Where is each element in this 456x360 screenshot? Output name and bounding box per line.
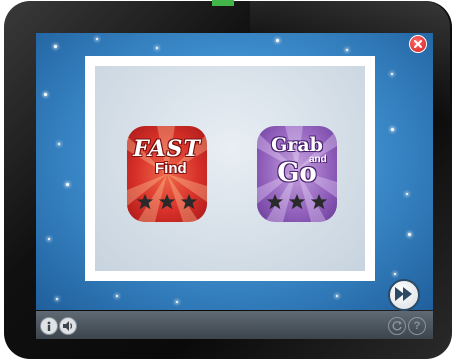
sky-star — [66, 183, 69, 186]
rating-star-icon — [158, 194, 176, 210]
sky-star — [56, 298, 58, 300]
grab-and-go-rating — [257, 194, 337, 212]
sky-star — [346, 49, 348, 51]
sky-star — [391, 128, 394, 131]
rating-star-icon — [136, 194, 154, 210]
close-icon — [414, 40, 422, 48]
sky-star — [408, 233, 411, 236]
bottom-toolbar: ? — [36, 311, 433, 339]
sky-star — [176, 301, 178, 303]
sky-star — [48, 238, 50, 240]
fast-find-game-button[interactable]: FAST Find — [127, 126, 207, 222]
game-screen: FAST Find Grab and Go — [36, 33, 433, 310]
game-select-panel: FAST Find Grab and Go — [85, 56, 375, 281]
sky-star — [391, 73, 393, 75]
sky-star — [394, 273, 396, 275]
rating-star-icon — [310, 194, 328, 210]
info-button[interactable] — [40, 317, 58, 335]
sky-star — [336, 295, 338, 297]
sky-star — [406, 193, 408, 195]
next-button[interactable] — [388, 279, 420, 311]
grab-and-go-title-line1: Grab — [271, 134, 323, 156]
sound-button[interactable] — [59, 317, 77, 335]
rating-star-icon — [266, 194, 284, 210]
sky-star — [58, 143, 60, 145]
sky-star — [156, 47, 158, 49]
refresh-icon — [392, 321, 402, 331]
rating-star-icon — [180, 194, 198, 210]
fast-find-title-line1: FAST — [133, 136, 201, 162]
grab-and-go-title-line3: Go — [277, 158, 317, 188]
fast-find-rating — [127, 194, 207, 212]
refresh-button[interactable] — [388, 317, 406, 335]
tablet-camera-tab — [212, 0, 234, 6]
grab-and-go-game-button[interactable]: Grab and Go — [257, 126, 337, 222]
help-button-label: ? — [413, 320, 421, 332]
sky-star — [54, 45, 57, 48]
sky-star — [116, 295, 118, 297]
sky-star — [276, 39, 279, 42]
rating-star-icon — [288, 194, 306, 210]
sky-star — [44, 93, 47, 96]
speaker-icon — [63, 321, 73, 331]
fast-find-title-line2: Find — [155, 160, 187, 177]
help-button[interactable]: ? — [408, 317, 426, 335]
info-icon — [47, 321, 51, 331]
sky-star — [96, 38, 98, 40]
fast-forward-icon — [395, 287, 412, 301]
close-button[interactable] — [409, 35, 427, 53]
game-select-panel-inner: FAST Find Grab and Go — [95, 66, 365, 271]
